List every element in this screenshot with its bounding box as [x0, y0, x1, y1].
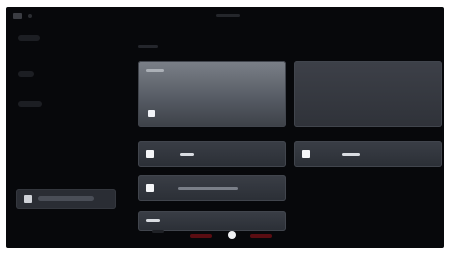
featured-card[interactable]	[138, 61, 286, 127]
app-screen	[6, 7, 444, 248]
section-title	[138, 45, 158, 48]
sidebar-item-label	[38, 196, 94, 201]
back-button[interactable]	[190, 234, 212, 238]
list-item-label	[178, 187, 238, 190]
sidebar-item[interactable]	[18, 35, 40, 41]
list-item-label	[146, 219, 160, 222]
list-item-icon	[146, 150, 154, 158]
sidebar-item-selected[interactable]	[16, 189, 116, 209]
footer-label	[152, 230, 164, 233]
forward-button[interactable]	[250, 234, 272, 238]
card-icon	[148, 110, 155, 117]
page-title	[216, 14, 240, 17]
app-logo-icon	[13, 13, 22, 19]
sidebar-item[interactable]	[18, 101, 42, 107]
status-dot-icon	[28, 14, 32, 18]
sidebar-item-icon	[24, 195, 32, 203]
list-card[interactable]	[138, 141, 286, 167]
list-item-label	[180, 153, 194, 156]
list-item-icon	[146, 184, 154, 192]
list-card[interactable]	[294, 141, 442, 167]
sidebar	[6, 25, 128, 248]
list-card[interactable]	[138, 211, 286, 231]
list-item-label	[342, 153, 360, 156]
card-label	[146, 69, 164, 72]
list-item-icon	[302, 150, 310, 158]
home-button[interactable]	[228, 231, 236, 239]
sidebar-item[interactable]	[18, 71, 34, 77]
secondary-card[interactable]	[294, 61, 442, 127]
top-bar	[6, 7, 444, 25]
list-card[interactable]	[138, 175, 286, 201]
bottom-navigation	[190, 231, 280, 241]
main-content	[128, 25, 444, 248]
